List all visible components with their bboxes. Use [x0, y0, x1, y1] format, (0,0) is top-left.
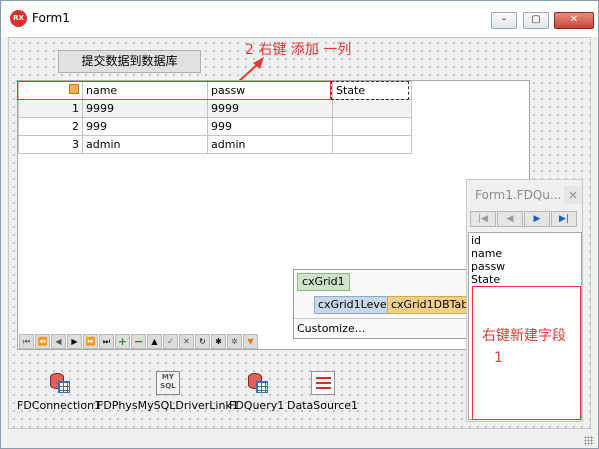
grid-customize-icon[interactable] — [69, 84, 79, 94]
window-title: Form1 — [32, 11, 70, 25]
minimize-button[interactable]: – — [491, 12, 517, 29]
nav-cancel-icon[interactable]: ✕ — [179, 334, 194, 349]
nav-refresh-icon[interactable]: ↻ — [195, 334, 210, 349]
nav-prev-page-icon[interactable]: ⏪ — [35, 334, 50, 349]
nav-edit-icon[interactable]: ▲ — [147, 334, 162, 349]
status-bar — [1, 430, 598, 448]
customize-link[interactable]: Customize... — [297, 322, 365, 336]
first-record-icon[interactable]: |◀ — [470, 211, 496, 227]
datasource-icon — [310, 371, 335, 395]
cell-name[interactable]: 999 — [82, 117, 208, 136]
component-fdquery1[interactable]: FDQuery1 — [229, 371, 284, 412]
cell-state[interactable] — [332, 99, 412, 118]
fields-editor-title: Form1.FDQu... — [475, 188, 562, 202]
component-label: DataSource1 — [287, 399, 359, 412]
level-panel-divider — [294, 318, 467, 319]
row-index: 3 — [18, 135, 83, 154]
field-item[interactable]: id — [471, 234, 481, 247]
table-row[interactable]: 1 9999 9999 — [18, 99, 412, 118]
fields-editor-close-button[interactable]: × — [564, 186, 582, 204]
nav-post-icon[interactable]: ✓ — [163, 334, 178, 349]
annotation-step-number: 1 — [494, 350, 503, 366]
cell-passw[interactable]: 9999 — [207, 99, 333, 118]
field-item[interactable]: name — [471, 247, 502, 260]
submit-to-database-button[interactable]: 提交数据到数据库 — [58, 50, 201, 73]
component-fdconnection1[interactable]: FDConnection1 — [17, 371, 101, 412]
table-row[interactable]: 2 999 999 — [18, 117, 412, 136]
form1-window: RX Form1 – ▢ ✕ 提交数据到数据库 2 右键 添加 一列 name … — [0, 0, 599, 449]
nav-next-page-icon[interactable]: ⏩ — [83, 334, 98, 349]
column-header-name[interactable]: name — [82, 81, 208, 100]
row-index: 1 — [18, 99, 83, 118]
component-fdphysmysqldriverlink1[interactable]: MY SQL FDPhysMySQLDriverLink1 — [97, 371, 239, 412]
component-label: FDPhysMySQLDriverLink1 — [97, 399, 239, 412]
nav-insert-icon[interactable]: + — [115, 334, 130, 349]
cell-state[interactable] — [332, 135, 412, 154]
cell-state[interactable] — [332, 117, 412, 136]
title-bar[interactable]: RX Form1 – ▢ ✕ — [1, 1, 598, 37]
grid-table: name passw State 1 9999 9999 2 999 999 3… — [18, 81, 412, 154]
view-cxgrid1dbtableview[interactable]: cxGrid1DBTableVie — [387, 296, 469, 314]
cell-name[interactable]: 9999 — [82, 99, 208, 118]
cell-passw[interactable]: admin — [207, 135, 333, 154]
nav-bookmark-icon[interactable]: ✱ — [211, 334, 226, 349]
database-icon — [47, 371, 71, 395]
component-label: FDQuery1 — [229, 399, 285, 412]
grid-indicator-header[interactable] — [18, 81, 83, 100]
field-item[interactable]: State — [471, 273, 500, 286]
cell-passw[interactable]: 999 — [207, 117, 333, 136]
resize-grip-icon[interactable] — [584, 436, 594, 446]
mysql-icon: MY SQL — [155, 371, 180, 395]
grid-header-row: name passw State — [18, 81, 412, 100]
last-record-icon[interactable]: ▶| — [551, 211, 577, 227]
level-root-cxgrid1[interactable]: cxGrid1 — [297, 273, 350, 291]
nav-filter-icon[interactable]: ▼ — [243, 334, 258, 349]
app-icon: RX — [10, 10, 27, 27]
fields-editor-window[interactable]: Form1.FDQu... × |◀ ◀ ▶ ▶| id name passw … — [466, 179, 583, 422]
nav-goto-bookmark-icon[interactable]: ✲ — [227, 334, 242, 349]
close-button[interactable]: ✕ — [554, 12, 594, 29]
nav-last-icon[interactable]: ⏭ — [99, 334, 114, 349]
fields-list[interactable]: id name passw State 右键新建字段 1 — [468, 232, 582, 420]
column-header-state[interactable]: State — [332, 81, 412, 100]
database-icon — [245, 371, 269, 395]
cell-name[interactable]: admin — [82, 135, 208, 154]
column-header-passw[interactable]: passw — [207, 81, 333, 100]
component-datasource1[interactable]: DataSource1 — [287, 371, 358, 412]
next-record-icon[interactable]: ▶ — [524, 211, 550, 227]
maximize-button[interactable]: ▢ — [523, 12, 549, 29]
nav-next-icon[interactable]: ▶ — [67, 334, 82, 349]
field-item[interactable]: passw — [471, 260, 505, 273]
nav-delete-icon[interactable]: − — [131, 334, 146, 349]
nav-prev-icon[interactable]: ◀ — [51, 334, 66, 349]
prev-record-icon[interactable]: ◀ — [497, 211, 523, 227]
grid-level-structure-panel: cxGrid1 cxGrid1Level1 cxGrid1DBTableVie … — [293, 269, 469, 339]
table-row[interactable]: 3 admin admin — [18, 135, 412, 154]
row-index: 2 — [18, 117, 83, 136]
annotation-new-field-text: 右键新建字段 — [482, 328, 566, 344]
nav-first-icon[interactable]: ⏮ — [19, 334, 34, 349]
grid-navigator: ⏮ ⏪ ◀ ▶ ⏩ ⏭ + − ▲ ✓ ✕ ↻ ✱ ✲ ▼ — [19, 334, 258, 349]
component-label: FDConnection1 — [17, 399, 102, 412]
fields-editor-nav: |◀ ◀ ▶ ▶| — [470, 211, 577, 227]
annotation-new-field-box: 右键新建字段 1 — [472, 286, 581, 420]
